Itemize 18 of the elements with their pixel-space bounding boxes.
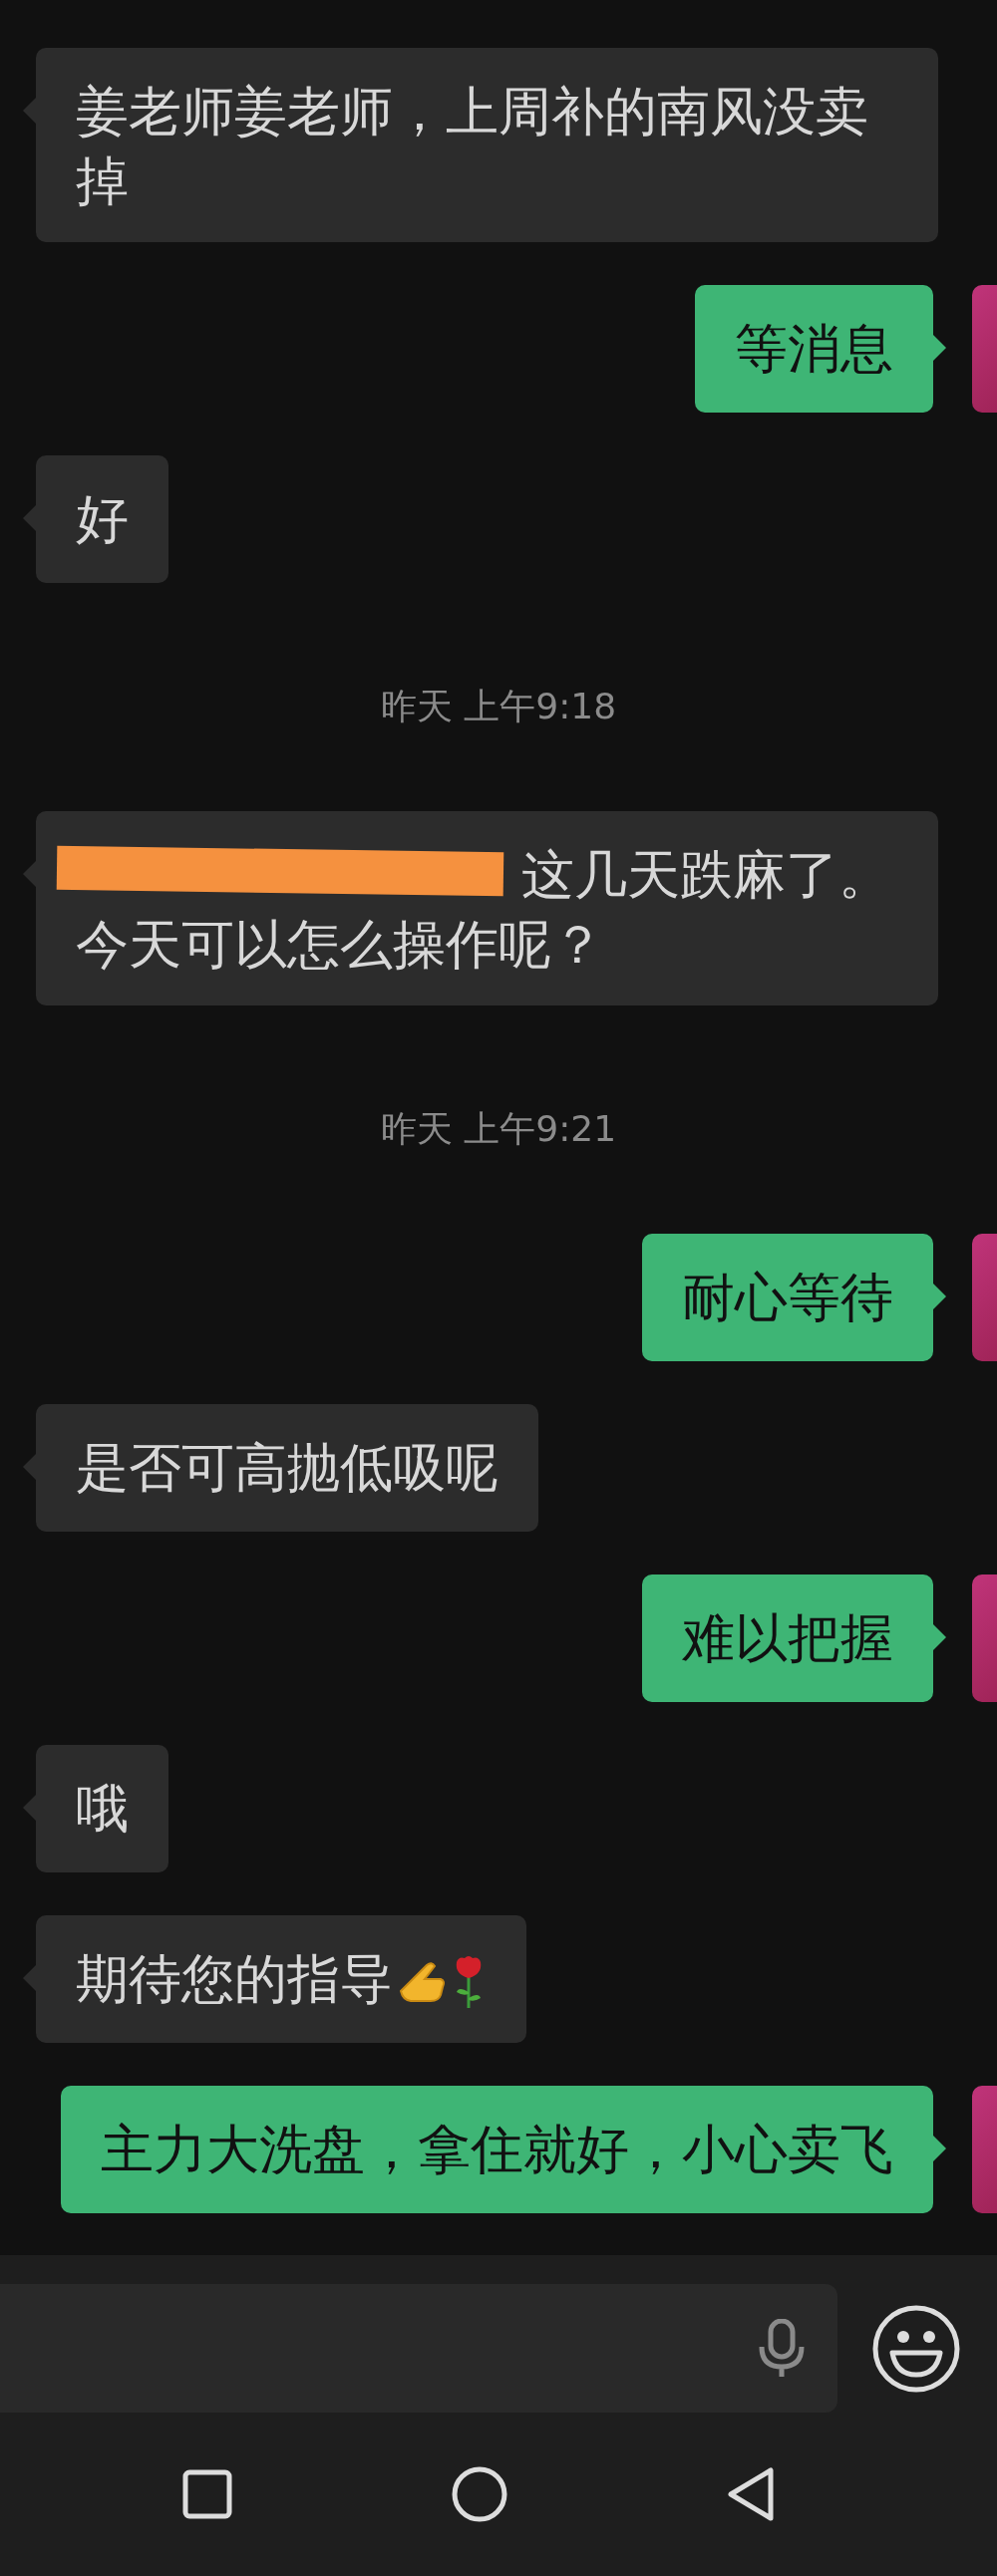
message-text: 这几天跌麻了。今天可以怎么操作呢？ [76, 844, 891, 975]
emoji-icon[interactable] [872, 2305, 960, 2393]
message-input-field[interactable] [0, 2284, 837, 2413]
message-text: 好 [76, 488, 129, 549]
message-text: 姜老师姜老师，上周补的南风没卖掉 [76, 81, 868, 211]
message-text: 难以把握 [682, 1607, 893, 1668]
message-text: 哦 [76, 1778, 129, 1839]
message-text: 耐心等待 [682, 1267, 893, 1327]
recent-apps-icon[interactable] [182, 2468, 232, 2519]
timestamp: 昨天 上午9:21 [380, 1107, 617, 1151]
message-text: 期待您的指导 [76, 1948, 487, 2009]
microphone-icon[interactable] [759, 2318, 805, 2379]
home-icon[interactable] [451, 2465, 507, 2522]
message-text: 等消息 [735, 318, 893, 379]
back-icon[interactable] [726, 2465, 776, 2522]
message-text: 是否可高抛低吸呢 [76, 1437, 498, 1498]
timestamp: 昨天 上午9:18 [380, 685, 617, 728]
message-text: 主力大洗盘，拿住就好，小心卖飞 [101, 2119, 893, 2179]
